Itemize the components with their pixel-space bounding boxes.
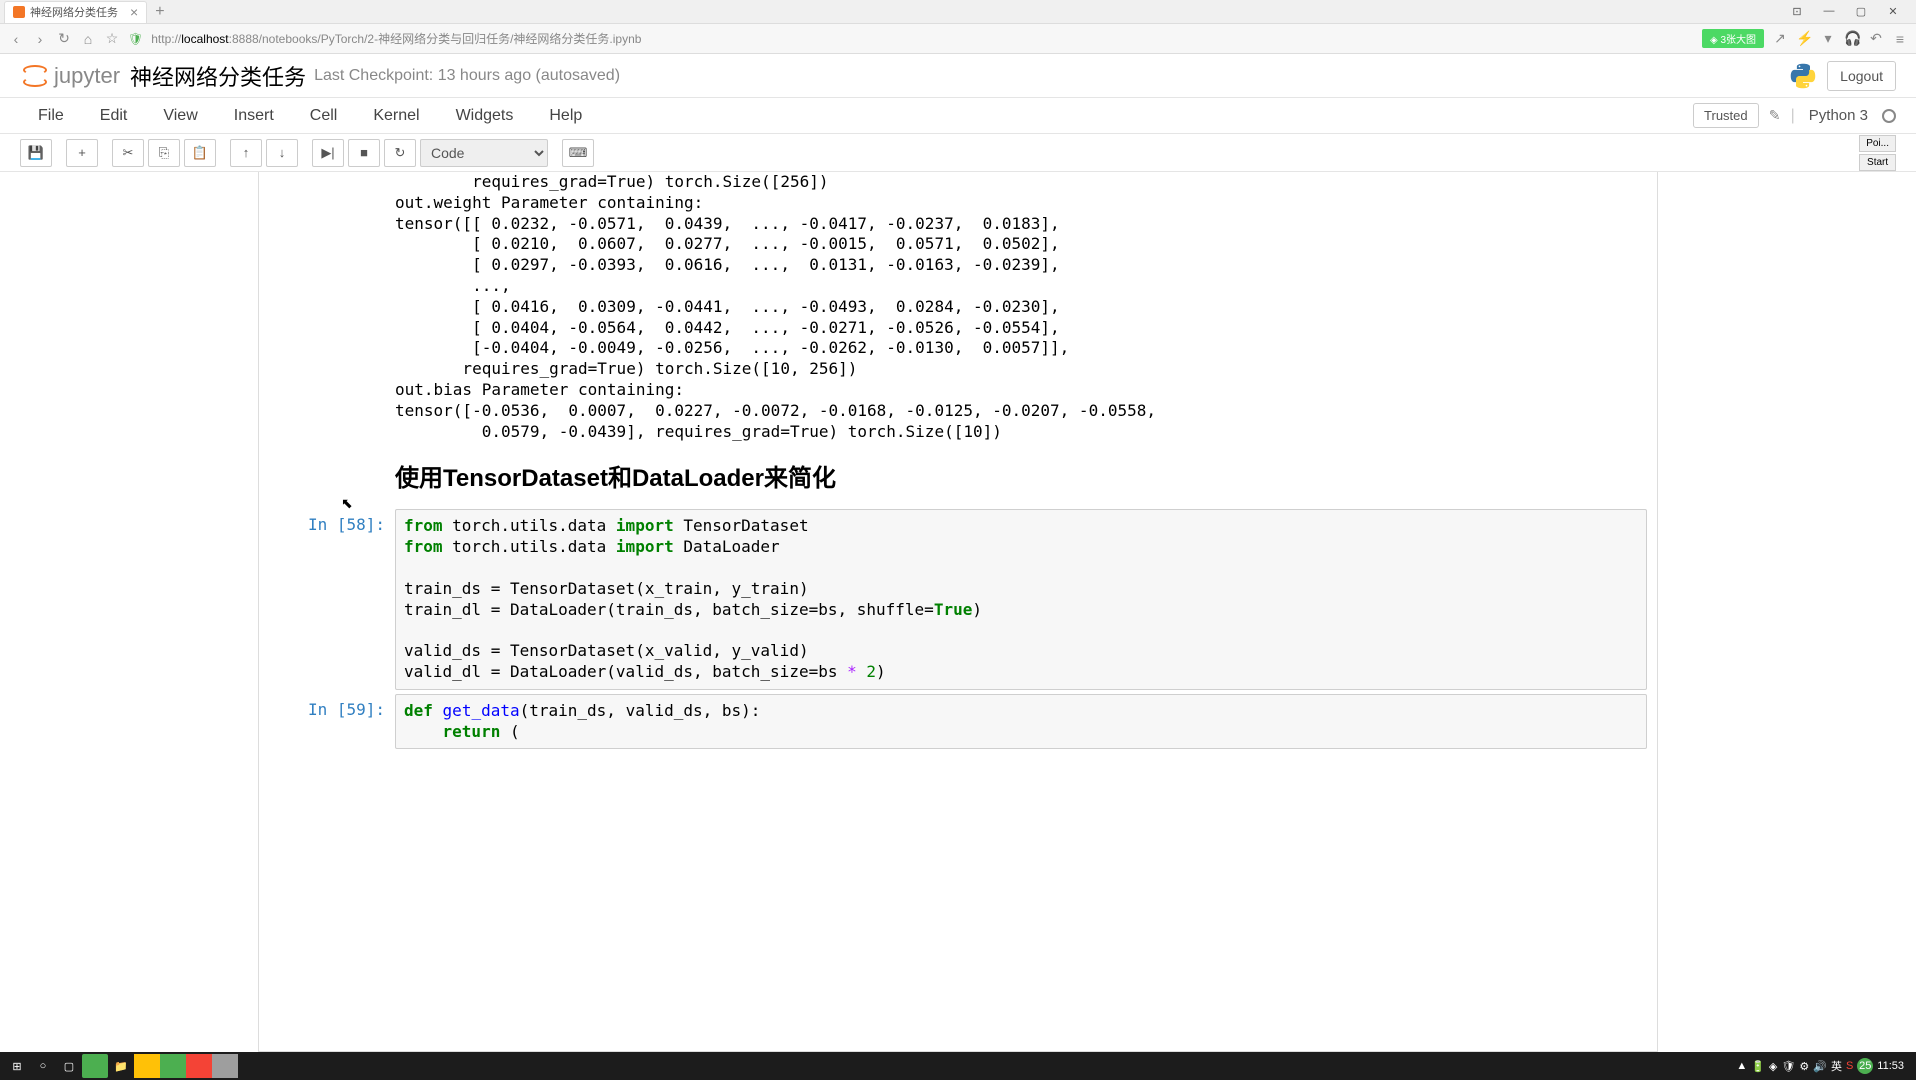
save-button[interactable]: 💾 xyxy=(20,139,52,167)
window-icon[interactable]: ⊡ xyxy=(1786,5,1808,18)
pencil-icon[interactable]: ✎ xyxy=(1767,107,1783,124)
stop-button[interactable]: ■ xyxy=(348,139,380,167)
code-cell[interactable]: In [58]: from torch.utils.data import Te… xyxy=(259,509,1657,689)
menu-help[interactable]: Help xyxy=(531,107,600,125)
menu-insert[interactable]: Insert xyxy=(216,107,292,125)
cell-prompt: In [58]: xyxy=(259,509,395,689)
chevron-down-icon[interactable]: ▾ xyxy=(1820,30,1836,47)
tray-icon[interactable]: 🛡 xyxy=(1781,1060,1795,1073)
restart-button[interactable]: ↻ xyxy=(384,139,416,167)
toolbar: 💾 + ✂ ⎘ 📋 ↑ ↓ ▶| ■ ↻ Code ⌨ Poi... Start xyxy=(0,134,1916,172)
notebook-title[interactable]: 神经网络分类任务 xyxy=(130,60,306,92)
menu-widgets[interactable]: Widgets xyxy=(438,107,532,125)
bolt-icon[interactable]: ⚡ xyxy=(1796,30,1812,47)
logout-button[interactable]: Logout xyxy=(1827,61,1896,91)
window-controls: ⊡ — ▢ ✕ xyxy=(1786,5,1912,18)
command-palette-button[interactable]: ⌨ xyxy=(562,139,594,167)
download-badge[interactable]: ◈ 3张大图 xyxy=(1702,29,1764,48)
markdown-cell[interactable]: 使用TensorDataset和DataLoader来简化 xyxy=(259,442,1657,505)
jupyter-header: jupyter 神经网络分类任务 Last Checkpoint: 13 hou… xyxy=(0,54,1916,98)
tray-icon[interactable]: ◈ xyxy=(1769,1060,1777,1073)
menu-icon[interactable]: ≡ xyxy=(1892,31,1908,47)
run-button[interactable]: ▶| xyxy=(312,139,344,167)
markdown-heading: 使用TensorDataset和DataLoader来简化 xyxy=(395,458,1657,493)
cut-button[interactable]: ✂ xyxy=(112,139,144,167)
url-field[interactable]: http://localhost:8888/notebooks/PyTorch/… xyxy=(151,30,1694,47)
cell-prompt: In [59]: xyxy=(259,694,395,750)
browser-tab[interactable]: 神经网络分类任务 × xyxy=(4,1,147,23)
new-tab-button[interactable]: + xyxy=(149,3,170,21)
share-icon[interactable]: ↗ xyxy=(1772,30,1788,47)
minimize-icon[interactable]: — xyxy=(1818,5,1840,18)
start-menu-button[interactable]: ⊞ xyxy=(4,1054,30,1078)
cell-code: from torch.utils.data import TensorDatas… xyxy=(404,516,1638,682)
jupyter-logo[interactable]: jupyter xyxy=(20,61,120,91)
taskview-icon[interactable]: ▢ xyxy=(56,1054,82,1078)
cell-code: def get_data(train_ds, valid_ds, bs): re… xyxy=(404,701,1638,743)
maximize-icon[interactable]: ▢ xyxy=(1850,5,1872,18)
undo-icon[interactable]: ↶ xyxy=(1868,30,1884,47)
explorer-icon[interactable]: 📁 xyxy=(108,1054,134,1078)
app-icon[interactable] xyxy=(212,1054,238,1078)
code-cell[interactable]: In [59]: def get_data(train_ds, valid_ds… xyxy=(259,694,1657,750)
tray-lang[interactable]: 英 xyxy=(1831,1058,1842,1074)
menu-edit[interactable]: Edit xyxy=(82,107,146,125)
browser-addressbar: ‹ › ↻ ⌂ ☆ 🛡 http://localhost:8888/notebo… xyxy=(0,24,1916,54)
cell-type-select[interactable]: Code xyxy=(420,139,548,167)
trusted-badge[interactable]: Trusted xyxy=(1693,103,1759,128)
star-icon[interactable]: ☆ xyxy=(104,30,120,47)
tray-badge[interactable]: 25 xyxy=(1857,1058,1873,1074)
tray-icon[interactable]: 🔊 xyxy=(1813,1060,1827,1073)
notebook-scroll[interactable]: requires_grad=True) torch.Size([256]) ou… xyxy=(0,172,1916,1052)
tray-icon[interactable]: S xyxy=(1846,1060,1853,1072)
tray-icon[interactable]: 🔋 xyxy=(1751,1060,1765,1073)
add-cell-button[interactable]: + xyxy=(66,139,98,167)
cell-input[interactable]: from torch.utils.data import TensorDatas… xyxy=(395,509,1647,689)
jupyter-logo-icon xyxy=(20,61,50,91)
menu-view[interactable]: View xyxy=(145,107,215,125)
menu-file[interactable]: File xyxy=(20,107,82,125)
checkpoint-text: Last Checkpoint: 13 hours ago (autosaved… xyxy=(314,67,620,85)
tray-time[interactable]: 11:53 xyxy=(1877,1060,1904,1072)
copy-button[interactable]: ⎘ xyxy=(148,139,180,167)
jupyter-tab-icon xyxy=(13,6,25,18)
python-icon xyxy=(1789,62,1817,90)
move-down-button[interactable]: ↓ xyxy=(266,139,298,167)
headphone-icon[interactable]: 🎧 xyxy=(1844,30,1860,47)
start-button[interactable]: Start xyxy=(1859,154,1896,171)
move-up-button[interactable]: ↑ xyxy=(230,139,262,167)
menu-cell[interactable]: Cell xyxy=(292,107,356,125)
cell-output: requires_grad=True) torch.Size([256]) ou… xyxy=(259,172,1657,442)
app-icon[interactable] xyxy=(82,1054,108,1078)
menu-kernel[interactable]: Kernel xyxy=(355,107,437,125)
cortana-icon[interactable]: ○ xyxy=(30,1054,56,1078)
close-window-icon[interactable]: ✕ xyxy=(1882,5,1904,18)
kernel-name[interactable]: Python 3 xyxy=(1803,107,1874,124)
tab-title: 神经网络分类任务 xyxy=(30,4,118,20)
tray-icon[interactable]: ▲ xyxy=(1736,1060,1747,1072)
app-icon[interactable] xyxy=(134,1054,160,1078)
taskbar: ⊞ ○ ▢ 📁 ▲ 🔋 ◈ 🛡 ⚙ 🔊 英 S 25 11:53 xyxy=(0,1052,1916,1080)
app-icon[interactable] xyxy=(160,1054,186,1078)
tray-icon[interactable]: ⚙ xyxy=(1799,1060,1809,1073)
home-icon[interactable]: ⌂ xyxy=(80,31,96,47)
kernel-status-icon xyxy=(1882,109,1896,123)
back-icon[interactable]: ‹ xyxy=(8,31,24,47)
cell-input[interactable]: def get_data(train_ds, valid_ds, bs): re… xyxy=(395,694,1647,750)
shield-icon: 🛡 xyxy=(128,32,143,46)
refresh-icon[interactable]: ↻ xyxy=(56,30,72,47)
paste-button[interactable]: 📋 xyxy=(184,139,216,167)
close-icon[interactable]: × xyxy=(130,4,138,20)
app-icon[interactable] xyxy=(186,1054,212,1078)
browser-tabs: 神经网络分类任务 × + ⊡ — ▢ ✕ xyxy=(0,0,1916,24)
menu-bar: File Edit View Insert Cell Kernel Widget… xyxy=(0,98,1916,134)
forward-icon[interactable]: › xyxy=(32,31,48,47)
poi-button[interactable]: Poi... xyxy=(1859,135,1896,152)
